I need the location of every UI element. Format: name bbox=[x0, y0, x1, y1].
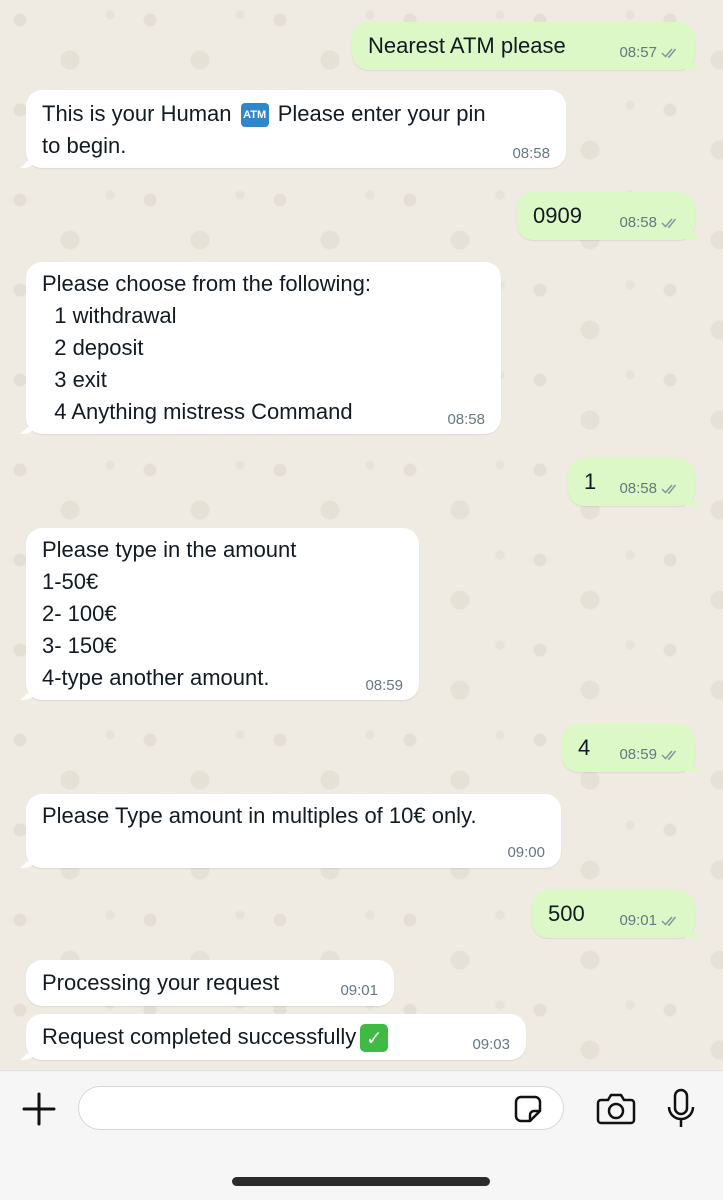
message-bubble-incoming[interactable]: Processing your request 09:01 bbox=[26, 960, 394, 1006]
microphone-icon[interactable] bbox=[662, 1085, 700, 1133]
message-timestamp: 08:58 bbox=[447, 411, 485, 428]
message-text-line: Please type in the amount bbox=[42, 537, 297, 562]
message-text: Please Type amount in multiples of 10€ o… bbox=[42, 803, 477, 828]
message-timestamp: 09:01 bbox=[619, 912, 681, 930]
message-timestamp: 09:00 bbox=[507, 844, 545, 861]
double-check-icon bbox=[661, 750, 677, 760]
atm-sign-emoji: ATM bbox=[240, 103, 269, 128]
message-text-line: 3- 150€ bbox=[42, 633, 117, 658]
message-text-line: 2- 100€ bbox=[42, 601, 117, 626]
message-bubble-incoming[interactable]: Please Type amount in multiples of 10€ o… bbox=[26, 794, 561, 868]
message-bubble-incoming[interactable]: This is your Human ATM Please enter your… bbox=[26, 90, 566, 168]
message-input[interactable] bbox=[78, 1086, 564, 1130]
message-timestamp: 08:57 bbox=[619, 44, 681, 62]
message-bubble-outgoing[interactable]: 4 08:59 bbox=[562, 724, 695, 772]
message-text: Processing your request bbox=[42, 970, 280, 995]
message-text-line: 1 withdrawal bbox=[42, 303, 177, 328]
message-text-line: 4 Anything mistress Command bbox=[42, 399, 353, 424]
double-check-icon bbox=[661, 48, 677, 58]
double-check-icon bbox=[661, 484, 677, 494]
sticker-icon[interactable] bbox=[510, 1091, 546, 1127]
plus-icon[interactable] bbox=[18, 1089, 60, 1129]
message-timestamp: 08:58 bbox=[619, 480, 681, 498]
message-text-line: 1-50€ bbox=[42, 569, 99, 594]
message-text-line: 2 deposit bbox=[42, 335, 144, 360]
message-timestamp: 08:59 bbox=[619, 746, 681, 764]
message-text: Nearest ATM please bbox=[368, 33, 566, 58]
check-mark-button-emoji: ✓ bbox=[360, 1024, 389, 1053]
message-text: This is your Human ATM Please enter your… bbox=[42, 101, 486, 128]
message-text: 4 bbox=[578, 735, 591, 760]
message-timestamp: 08:59 bbox=[365, 677, 403, 694]
message-text: 500 bbox=[548, 901, 585, 926]
double-check-icon bbox=[661, 218, 677, 228]
message-bubble-outgoing[interactable]: 1 08:58 bbox=[568, 458, 695, 506]
message-bubble-incoming[interactable]: Please choose from the following: 1 with… bbox=[26, 262, 501, 434]
message-bubble-outgoing[interactable]: 500 09:01 bbox=[532, 890, 695, 938]
home-indicator bbox=[232, 1177, 490, 1186]
message-timestamp: 09:03 bbox=[472, 1036, 510, 1053]
message-timestamp: 09:01 bbox=[340, 982, 378, 999]
message-text-line2: to begin. bbox=[42, 133, 127, 158]
message-text: Request completed successfully ✓ bbox=[42, 1021, 389, 1053]
message-text-line: Please choose from the following: bbox=[42, 271, 371, 296]
message-text: 0909 bbox=[533, 203, 582, 228]
message-text-line: 3 exit bbox=[42, 367, 107, 392]
message-bubble-incoming[interactable]: Please type in the amount 1-50€ 2- 100€ … bbox=[26, 528, 419, 700]
message-bubble-incoming[interactable]: Request completed successfully ✓ 09:03 bbox=[26, 1014, 526, 1060]
message-timestamp: 08:58 bbox=[512, 145, 550, 162]
message-text: 1 bbox=[584, 469, 597, 494]
camera-icon[interactable] bbox=[594, 1089, 638, 1129]
message-bubble-outgoing[interactable]: 0909 08:58 bbox=[517, 192, 695, 240]
message-timestamp: 08:58 bbox=[619, 214, 681, 232]
message-text-line: 4-type another amount. bbox=[42, 665, 270, 690]
message-bubble-outgoing[interactable]: Nearest ATM please 08:57 bbox=[352, 22, 695, 70]
chat-area[interactable]: Nearest ATM please 08:57 This is your Hu… bbox=[0, 0, 723, 1070]
double-check-icon bbox=[661, 916, 677, 926]
